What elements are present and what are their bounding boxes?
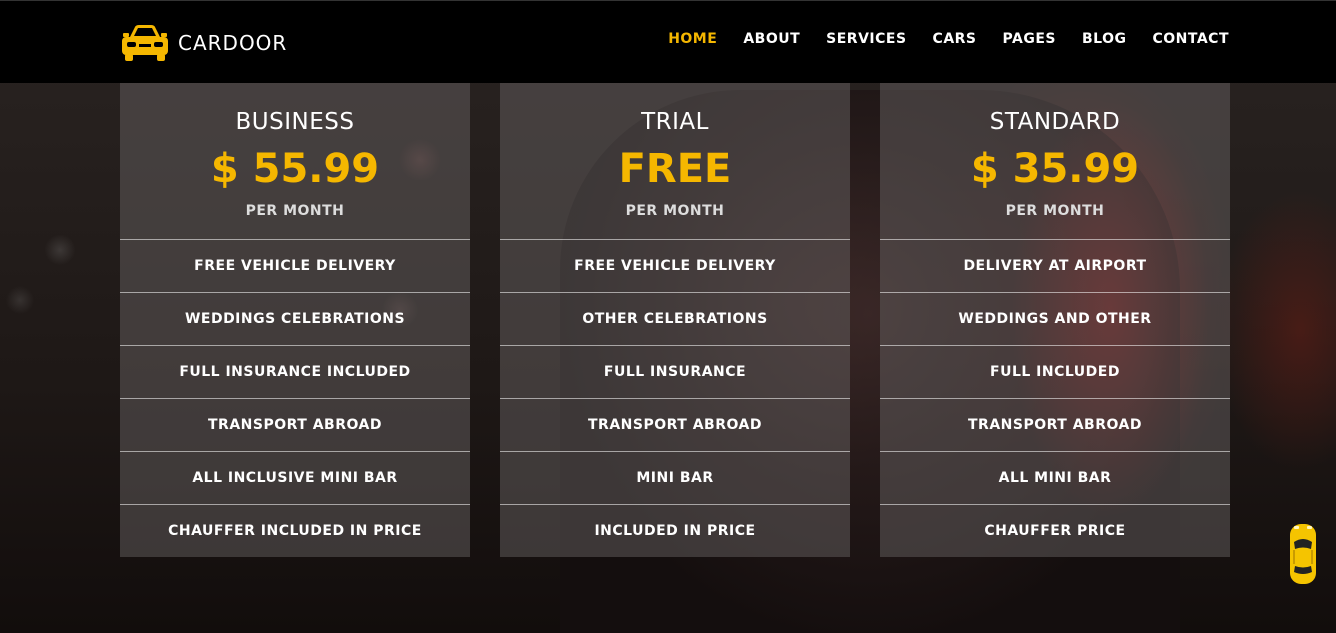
nav-item-services[interactable]: SERVICES (826, 31, 906, 47)
feature-item: CHAUFFER INCLUDED IN PRICE (120, 504, 470, 557)
nav-item-contact[interactable]: CONTACT (1152, 31, 1229, 47)
car-top-view-icon[interactable] (1288, 522, 1318, 586)
pricing-card-trial: TRIAL FREE PER MONTH FREE VEHICLE DELIVE… (500, 83, 850, 557)
nav-item-cars[interactable]: CARS (933, 31, 977, 47)
feature-item: MINI BAR (500, 451, 850, 504)
feature-item: WEDDINGS CELEBRATIONS (120, 292, 470, 345)
feature-item: TRANSPORT ABROAD (500, 398, 850, 451)
pricing-card-business: BUSINESS $ 55.99 PER MONTH FREE VEHICLE … (120, 83, 470, 557)
plan-period: PER MONTH (625, 203, 725, 219)
feature-item: FULL INSURANCE (500, 345, 850, 398)
plan-name: BUSINESS (235, 109, 355, 135)
feature-item: WEDDINGS AND OTHER (880, 292, 1230, 345)
feature-item: FREE VEHICLE DELIVERY (120, 239, 470, 292)
plan-price: FREE (618, 146, 732, 192)
plan-price: $ 35.99 (970, 146, 1140, 192)
plan-name: TRIAL (641, 109, 709, 135)
logo[interactable]: CARDOOR (120, 23, 287, 63)
main-nav: HOME ABOUT SERVICES CARS PAGES BLOG CONT… (642, 31, 1229, 47)
brand-name: CARDOOR (178, 31, 288, 55)
feature-item: DELIVERY AT AIRPORT (880, 239, 1230, 292)
feature-item: TRANSPORT ABROAD (120, 398, 470, 451)
feature-item: CHAUFFER PRICE (880, 504, 1230, 557)
nav-item-home[interactable]: HOME (668, 31, 717, 47)
feature-item: FREE VEHICLE DELIVERY (500, 239, 850, 292)
feature-item: TRANSPORT ABROAD (880, 398, 1230, 451)
feature-item: ALL INCLUSIVE MINI BAR (120, 451, 470, 504)
site-header: CARDOOR HOME ABOUT SERVICES CARS PAGES B… (0, 0, 1336, 83)
plan-price: $ 55.99 (210, 146, 380, 192)
plan-period: PER MONTH (1005, 203, 1105, 219)
feature-list: FREE VEHICLE DELIVERY OTHER CELEBRATIONS… (500, 239, 850, 557)
feature-list: DELIVERY AT AIRPORT WEDDINGS AND OTHER F… (880, 239, 1230, 557)
nav-item-about[interactable]: ABOUT (743, 31, 800, 47)
nav-item-pages[interactable]: PAGES (1003, 31, 1056, 47)
plan-name: STANDARD (989, 109, 1121, 135)
feature-list: FREE VEHICLE DELIVERY WEDDINGS CELEBRATI… (120, 239, 470, 557)
plan-period: PER MONTH (245, 203, 345, 219)
nav-item-blog[interactable]: BLOG (1082, 31, 1127, 47)
feature-item: FULL INSURANCE INCLUDED (120, 345, 470, 398)
feature-item: INCLUDED IN PRICE (500, 504, 850, 557)
feature-item: FULL INCLUDED (880, 345, 1230, 398)
feature-item: OTHER CELEBRATIONS (500, 292, 850, 345)
car-front-icon (122, 25, 168, 61)
feature-item: ALL MINI BAR (880, 451, 1230, 504)
pricing-card-standard: STANDARD $ 35.99 PER MONTH DELIVERY AT A… (880, 83, 1230, 557)
